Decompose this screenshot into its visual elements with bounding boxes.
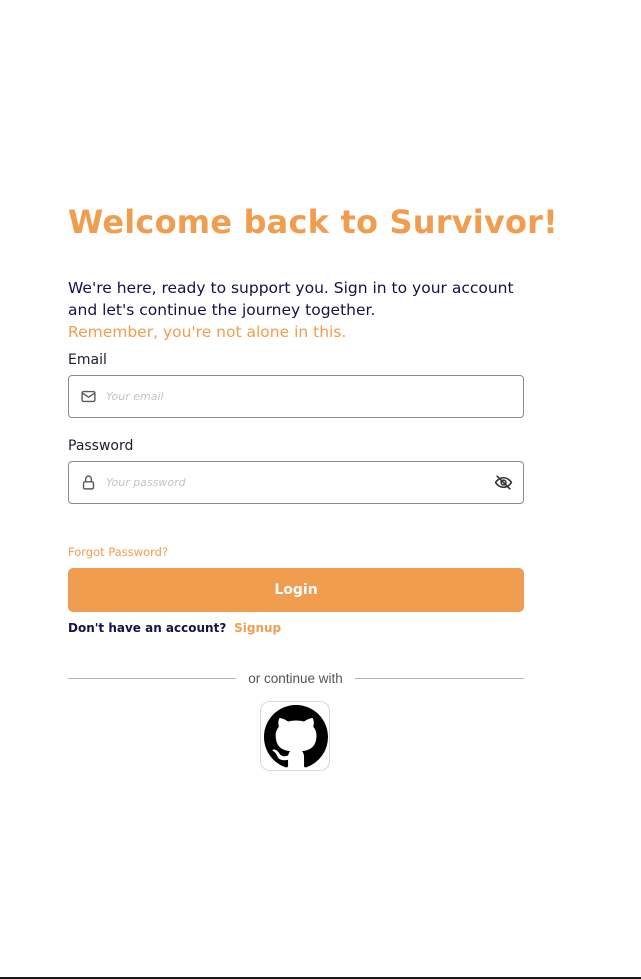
divider-line-right bbox=[355, 678, 524, 679]
email-label: Email bbox=[68, 352, 107, 368]
mail-icon bbox=[81, 390, 96, 403]
github-icon bbox=[264, 705, 328, 768]
welcome-subtitle: We're here, ready to support you. Sign i… bbox=[68, 279, 514, 319]
github-login-button[interactable] bbox=[260, 701, 330, 771]
email-input[interactable] bbox=[106, 376, 486, 417]
signup-prompt: Don't have an account? bbox=[68, 621, 227, 635]
signup-link[interactable]: Signup bbox=[234, 621, 281, 635]
lock-icon bbox=[82, 475, 95, 490]
eye-off-icon[interactable] bbox=[494, 473, 513, 492]
login-button[interactable]: Login bbox=[68, 568, 524, 612]
password-input[interactable] bbox=[106, 462, 486, 503]
forgot-password-link[interactable]: Forgot Password? bbox=[68, 544, 168, 560]
password-label: Password bbox=[68, 438, 134, 454]
signup-row: Don't have an account? Signup bbox=[68, 620, 281, 636]
password-field[interactable] bbox=[68, 461, 524, 504]
encouragement-text: Remember, you're not alone in this. bbox=[68, 323, 347, 341]
divider-line-left bbox=[68, 678, 236, 679]
email-field[interactable] bbox=[68, 375, 524, 418]
page-title: Welcome back to Survivor! bbox=[68, 203, 558, 241]
divider-text: or continue with bbox=[248, 671, 343, 686]
